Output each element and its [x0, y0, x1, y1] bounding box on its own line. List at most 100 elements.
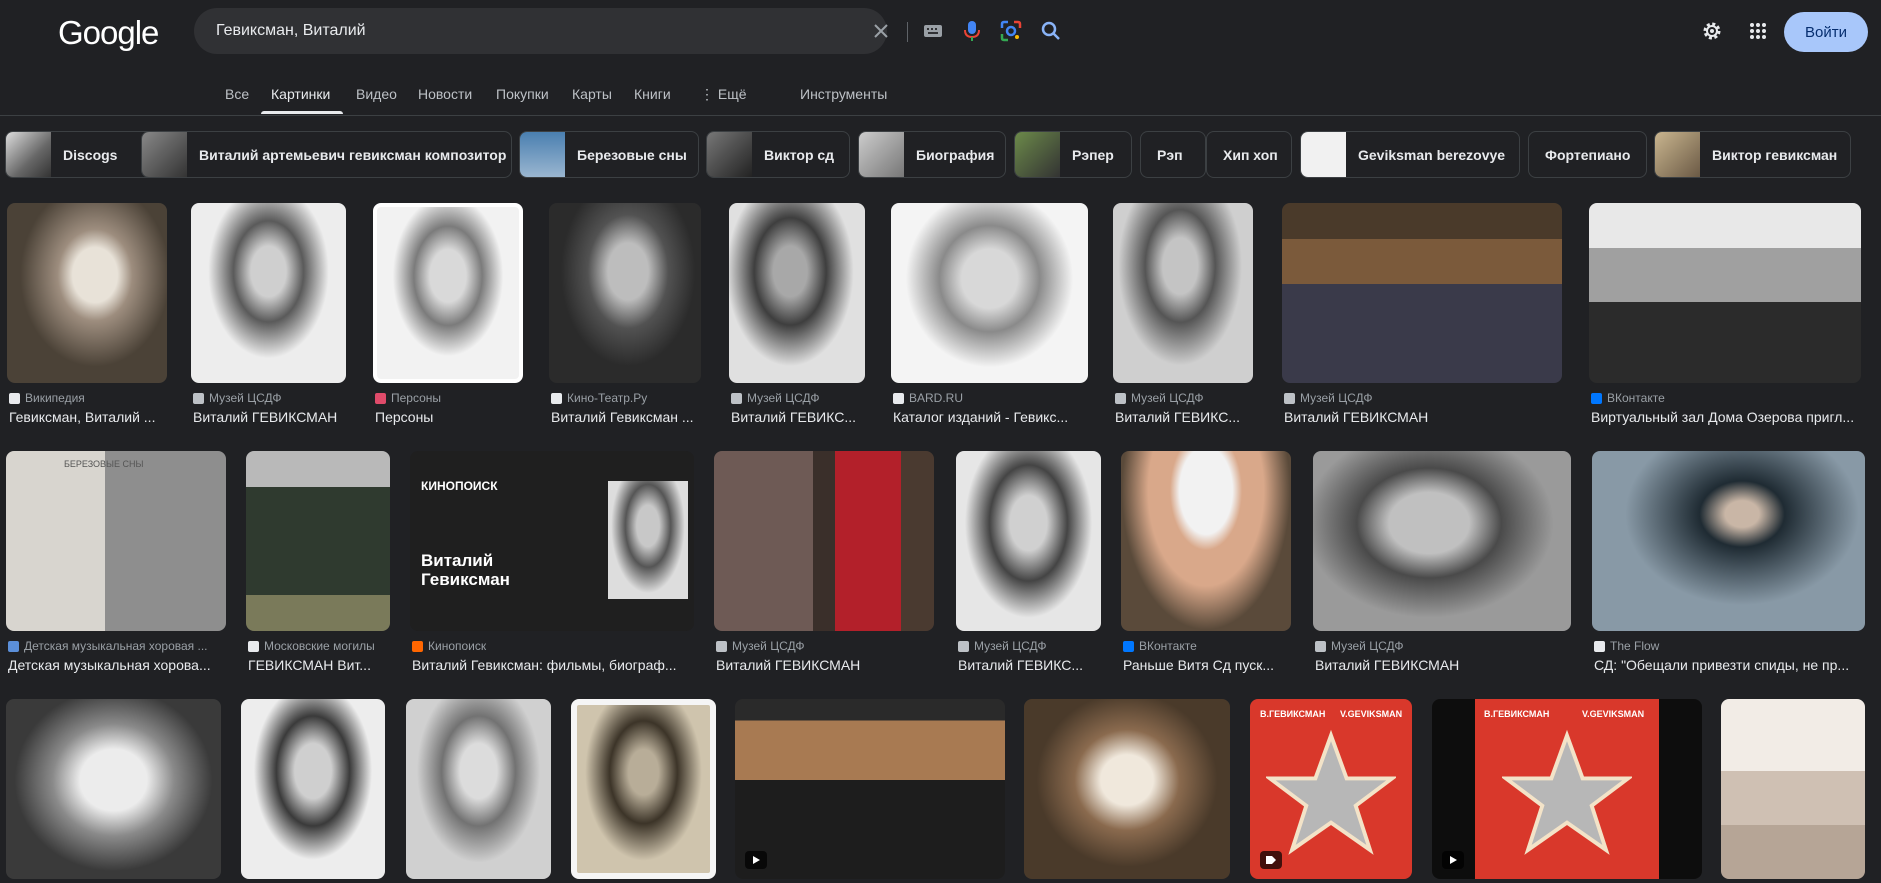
settings-button[interactable] [1697, 16, 1727, 46]
chip-piano[interactable]: Фортепиано [1528, 131, 1647, 178]
result-source[interactable]: Детская музыкальная хоровая ... [8, 639, 228, 653]
chip-hip-hop[interactable]: Хип хоп [1206, 131, 1292, 178]
result-thumbnail[interactable] [714, 451, 934, 631]
result-source[interactable]: Музей ЦСДФ [716, 639, 936, 653]
tab-more[interactable]: ⋮ Ещё [700, 86, 747, 103]
result-source[interactable]: Кино-Театр.Ру [551, 391, 703, 405]
result-thumbnail[interactable] [241, 699, 385, 879]
chip-thumbnail [1655, 132, 1700, 177]
result-thumbnail[interactable] [549, 203, 701, 383]
result-source[interactable]: Московские могилы [248, 639, 392, 653]
result-title[interactable]: СД: "Обещали привезти спиды, не пр... [1594, 657, 1867, 673]
result-source[interactable]: BARD.RU [893, 391, 1090, 405]
result-thumbnail[interactable] [956, 451, 1101, 631]
result-thumbnail[interactable]: В.ГЕВИКСМАН V.GEVIKSMAN [1250, 699, 1412, 879]
apps-button[interactable] [1743, 16, 1773, 46]
result-thumbnail[interactable] [1313, 451, 1571, 631]
result-thumbnail[interactable] [729, 203, 865, 383]
result-title[interactable]: Виталий ГЕВИКСМАН [1315, 657, 1573, 673]
kinopoisk-portrait [608, 481, 688, 599]
chip-viktor-sd[interactable]: Виктор сд [706, 131, 850, 178]
result-thumbnail[interactable] [1592, 451, 1865, 631]
tab-images[interactable]: Картинки [271, 86, 330, 102]
result-source[interactable]: Википедия [9, 391, 169, 405]
tools-button[interactable]: Инструменты [800, 86, 887, 102]
keyboard-button[interactable] [918, 16, 948, 46]
choir-favicon-icon [8, 640, 19, 652]
tab-maps[interactable]: Карты [572, 86, 612, 102]
result-source[interactable]: Музей ЦСДФ [1284, 391, 1564, 405]
lens-search-button[interactable] [996, 16, 1026, 46]
chip-composer[interactable]: Виталий артемьевич гевиксман композитор [141, 131, 512, 178]
chip-label: Виталий артемьевич гевиксман композитор [199, 146, 507, 163]
result-thumbnail[interactable] [7, 203, 167, 383]
result-thumbnail[interactable] [246, 451, 390, 631]
voice-search-button[interactable] [957, 16, 987, 46]
museum-favicon-icon [731, 392, 742, 404]
search-input[interactable] [216, 8, 656, 54]
result-thumbnail[interactable] [1721, 699, 1865, 879]
tab-books[interactable]: Книги [634, 86, 671, 102]
result-thumbnail[interactable] [1024, 699, 1230, 879]
chip-label: Березовые сны [577, 146, 687, 163]
tab-shopping[interactable]: Покупки [496, 86, 549, 102]
result-thumbnail[interactable]: КИНОПОИСК Виталий Гевиксман [410, 451, 694, 631]
chip-biography[interactable]: Биография [858, 131, 1006, 178]
result-title[interactable]: Виталий Гевиксман ... [551, 409, 703, 425]
search-submit-button[interactable] [1036, 16, 1066, 46]
result-thumbnail[interactable] [735, 699, 1005, 879]
result-title[interactable]: Виталий ГЕВИКСМАН [1284, 409, 1564, 425]
result-source[interactable]: ВКонтакте [1123, 639, 1293, 653]
result-source[interactable]: Музей ЦСДФ [1315, 639, 1573, 653]
result-thumbnail[interactable] [1589, 203, 1861, 383]
google-logo[interactable]: Google [58, 14, 159, 52]
chip-rapper[interactable]: Рэпер [1014, 131, 1132, 178]
kinopoisk-favicon-icon [412, 640, 423, 652]
result-title[interactable]: Гевиксман, Виталий ... [9, 409, 169, 425]
result-thumbnail[interactable] [6, 699, 221, 879]
result-source[interactable]: Музей ЦСДФ [193, 391, 348, 405]
chip-label: Фортепиано [1545, 146, 1631, 163]
result-title[interactable]: Раньше Витя Сд пуск... [1123, 657, 1293, 673]
result-title[interactable]: Виртуальный зал Дома Озерова пригл... [1591, 409, 1863, 425]
result-source[interactable]: The Flow [1594, 639, 1867, 653]
result-source[interactable]: Музей ЦСДФ [958, 639, 1103, 653]
result-source[interactable]: Кинопоиск [412, 639, 696, 653]
tab-videos[interactable]: Видео [356, 86, 397, 102]
result-thumbnail[interactable] [406, 699, 551, 879]
result-title[interactable]: Виталий Гевиксман: фильмы, биограф... [412, 657, 696, 673]
result-title[interactable]: Виталий ГЕВИКС... [1115, 409, 1255, 425]
result-thumbnail[interactable] [1113, 203, 1253, 383]
chip-rap[interactable]: Рэп [1140, 131, 1206, 178]
result-source[interactable]: Музей ЦСДФ [1115, 391, 1255, 405]
result-source[interactable]: Персоны [375, 391, 525, 405]
result-thumbnail[interactable] [1121, 451, 1291, 631]
result-title[interactable]: Персоны [375, 409, 525, 425]
clear-button[interactable] [866, 16, 896, 46]
result-title[interactable]: Виталий ГЕВИКС... [731, 409, 867, 425]
result-title[interactable]: Виталий ГЕВИКСМАН [716, 657, 936, 673]
result-title[interactable]: Виталий ГЕВИКС... [958, 657, 1103, 673]
result-thumbnail[interactable]: БЕРЕЗОВЫЕ СНЫ [6, 451, 226, 631]
museum-favicon-icon [193, 392, 204, 404]
signin-button[interactable]: Войти [1784, 12, 1868, 52]
tab-all[interactable]: Все [225, 86, 249, 102]
result-thumbnail[interactable]: В.ГЕВИКСМАН V.GEVIKSMAN [1432, 699, 1702, 879]
result-thumbnail[interactable] [571, 699, 716, 879]
result-thumbnail[interactable] [191, 203, 346, 383]
result-source[interactable]: ВКонтакте [1591, 391, 1863, 405]
kinopoisk-brand: КИНОПОИСК [421, 479, 498, 493]
result-thumbnail[interactable] [891, 203, 1088, 383]
result-title[interactable]: Детская музыкальная хорова... [8, 657, 228, 673]
result-title[interactable]: Виталий ГЕВИКСМАН [193, 409, 348, 425]
tab-news[interactable]: Новости [418, 86, 472, 102]
result-thumbnail[interactable] [1282, 203, 1562, 383]
chip-berezovye-sny[interactable]: Березовые сны [519, 131, 699, 178]
result-title[interactable]: Каталог изданий - Гевикс... [893, 409, 1090, 425]
chip-geviksman-berezovye[interactable]: Geviksman berezovye [1300, 131, 1520, 178]
chip-viktor-geviksman[interactable]: Виктор гевиксман [1654, 131, 1851, 178]
result-title[interactable]: ГЕВИКСМАН Вит... [248, 657, 392, 673]
result-thumbnail[interactable] [373, 203, 523, 383]
museum-favicon-icon [1315, 640, 1326, 652]
result-source[interactable]: Музей ЦСДФ [731, 391, 867, 405]
